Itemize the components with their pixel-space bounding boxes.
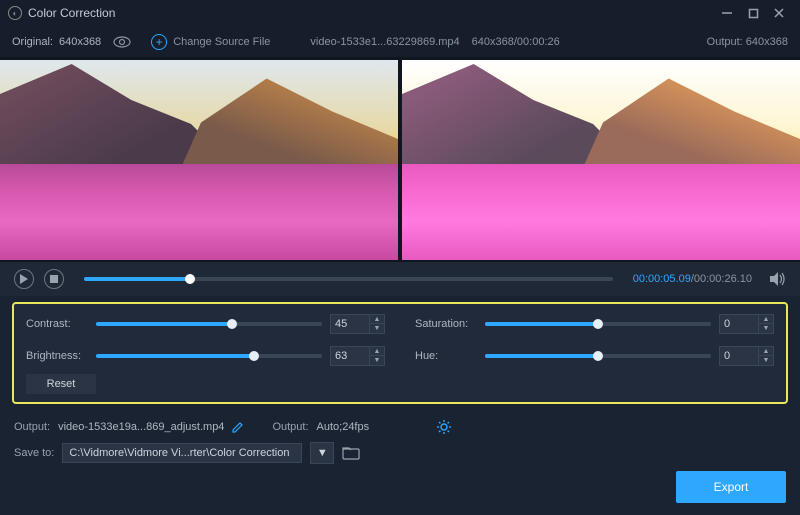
contrast-step-down[interactable]: ▼ [370, 324, 384, 333]
save-path-field[interactable]: C:\Vidmore\Vidmore Vi...rter\Color Corre… [62, 443, 302, 463]
export-button[interactable]: Export [676, 471, 786, 503]
open-folder-icon[interactable] [342, 446, 360, 460]
preview-toggle-icon[interactable] [113, 36, 131, 48]
hue-input[interactable] [719, 346, 759, 366]
save-to-label: Save to: [14, 447, 54, 459]
close-button[interactable] [766, 4, 792, 22]
output-file-label: Output: [14, 421, 50, 433]
contrast-label: Contrast: [26, 318, 88, 330]
transport-bar: 00:00:05.09/00:00:26.10 [0, 262, 800, 296]
edit-filename-icon[interactable] [232, 421, 244, 433]
timeline-fill [84, 277, 190, 281]
original-dim-label: Original: 640x368 [12, 36, 101, 48]
original-dim-value: 640x368 [59, 36, 101, 48]
plus-icon: + [151, 34, 167, 50]
output-preset-label: Output: [272, 421, 308, 433]
saturation-input[interactable] [719, 314, 759, 334]
brightness-step-down[interactable]: ▼ [370, 356, 384, 365]
bottom-panel: Output: video-1533e19a...869_adjust.mp4 … [0, 410, 800, 466]
titlebar: ◐ Color Correction [0, 0, 800, 26]
save-row: Save to: C:\Vidmore\Vidmore Vi...rter\Co… [14, 440, 786, 466]
stop-button[interactable] [44, 269, 64, 289]
maximize-button[interactable] [740, 4, 766, 22]
source-file-name: video-1533e1...63229869.mp4 [310, 36, 459, 48]
change-source-button[interactable]: + Change Source File [151, 34, 270, 50]
time-current: 00:00:05.09 [633, 273, 691, 285]
output-row: Output: video-1533e19a...869_adjust.mp4 … [14, 414, 786, 440]
reset-button[interactable]: Reset [26, 374, 96, 394]
preview-row [0, 58, 800, 262]
saturation-control: Saturation: ▲▼ [415, 314, 774, 334]
original-label: Original: [12, 36, 53, 48]
time-total: /00:00:26.10 [691, 273, 752, 285]
hue-step-down[interactable]: ▼ [759, 356, 773, 365]
color-controls-panel: Contrast: ▲▼ Saturation: ▲▼ Brightness: … [12, 302, 788, 404]
timeline-knob[interactable] [185, 274, 195, 284]
contrast-step-up[interactable]: ▲ [370, 315, 384, 324]
window-title: Color Correction [28, 6, 714, 20]
info-bar: Original: 640x368 + Change Source File v… [0, 26, 800, 58]
timecode: 00:00:05.09/00:00:26.10 [633, 273, 752, 285]
brightness-label: Brightness: [26, 350, 88, 362]
play-button[interactable] [14, 269, 34, 289]
contrast-control: Contrast: ▲▼ [26, 314, 385, 334]
hue-label: Hue: [415, 350, 477, 362]
timeline-slider[interactable] [84, 277, 613, 281]
saturation-step-down[interactable]: ▼ [759, 324, 773, 333]
saturation-step-up[interactable]: ▲ [759, 315, 773, 324]
hue-slider[interactable] [485, 354, 711, 358]
output-file-name: video-1533e19a...869_adjust.mp4 [58, 421, 224, 433]
saturation-label: Saturation: [415, 318, 477, 330]
preview-original [0, 60, 398, 260]
output-dim-label: Output: 640x368 [707, 36, 788, 48]
settings-icon[interactable] [437, 420, 451, 434]
hue-control: Hue: ▲▼ [415, 346, 774, 366]
minimize-button[interactable] [714, 4, 740, 22]
contrast-input[interactable] [330, 314, 370, 334]
brightness-step-up[interactable]: ▲ [370, 347, 384, 356]
app-logo-icon: ◐ [8, 6, 22, 20]
brightness-slider[interactable] [96, 354, 322, 358]
save-path-dropdown[interactable]: ▼ [310, 442, 334, 464]
contrast-slider[interactable] [96, 322, 322, 326]
output-preset-value: Auto;24fps [317, 421, 370, 433]
volume-icon[interactable] [770, 272, 786, 286]
saturation-slider[interactable] [485, 322, 711, 326]
change-source-label: Change Source File [173, 36, 270, 48]
brightness-control: Brightness: ▲▼ [26, 346, 385, 366]
preview-output [402, 60, 800, 260]
source-file-meta: 640x368/00:00:26 [472, 36, 560, 48]
hue-step-up[interactable]: ▲ [759, 347, 773, 356]
brightness-input[interactable] [330, 346, 370, 366]
